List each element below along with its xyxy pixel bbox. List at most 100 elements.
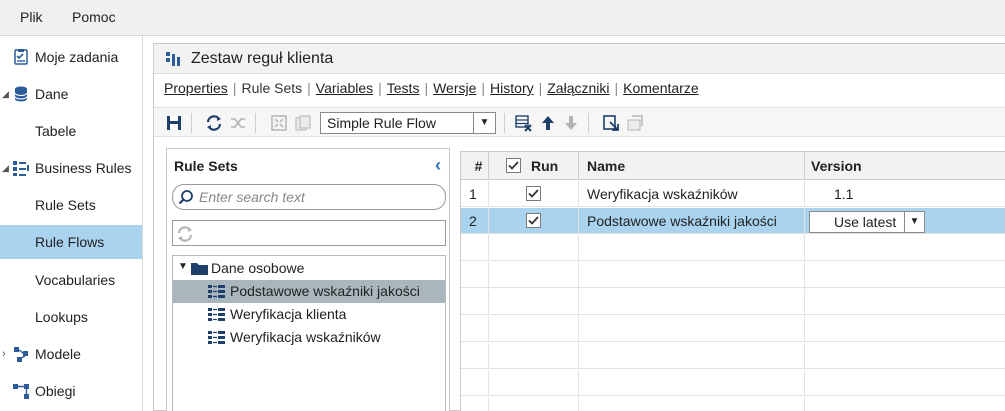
sidebar-item-tables[interactable]: Tabele [0,114,142,148]
tree-expanded-icon[interactable]: ▼ [178,261,188,272]
tab-separator: | [307,80,311,96]
chevron-down-icon[interactable]: ▼ [473,113,495,133]
search-box [172,184,446,210]
version-cell: Use latest ▼ [805,208,1005,234]
version-select-value: Use latest [834,214,897,230]
title-bar: Zestaw reguł klienta [154,44,1005,74]
sidebar-item-workflows[interactable]: Obiegi [0,374,142,408]
sidebar-item-my-tasks[interactable]: Moje zadania [0,40,142,74]
shuffle-icon[interactable] [229,114,247,132]
table-row[interactable]: 2 Podstawowe wskaźniki jakości Use lates… [461,208,1005,234]
tab-bar: Properties | Rule Sets | Variables | Tests | Wer… [164,80,699,100]
flow-type-value: Simple Rule Flow [327,115,436,131]
sidebar-item-label: Vocabularies [35,272,116,288]
table-row-empty [461,235,1005,261]
tab-properties[interactable]: Properties [164,80,228,96]
tree-item-label: Weryfikacja klienta [230,306,347,322]
row-number: 1 [461,181,489,207]
tab-separator: | [424,80,429,96]
tree-item-label: Weryfikacja wskaźników [230,329,381,345]
column-header-version[interactable]: Version [805,152,1005,180]
expand-arrow-icon[interactable]: ◢ [2,163,9,174]
tab-comments[interactable]: Komentarze [623,80,698,96]
sidebar-item-label: Business Rules [35,160,132,176]
arrow-down-icon[interactable] [562,114,580,132]
rule-set-name: Weryfikacja wskaźników [579,181,805,207]
collapsed-arrow-icon[interactable]: › [2,348,6,360]
tab-tests[interactable]: Tests [387,80,420,96]
toolbar-separator [191,113,192,133]
menu-help[interactable]: Pomoc [72,9,116,25]
row-number: 2 [461,208,489,234]
run-checkbox[interactable] [526,213,541,228]
sidebar-item-rule-sets[interactable]: Rule Sets [0,188,142,222]
tree-item-weryfikacja-wskaznikow[interactable]: Weryfikacja wskaźników [173,326,445,349]
toolbar-separator [255,113,256,133]
tab-history[interactable]: History [490,80,534,96]
workflow-icon [13,384,29,399]
tab-rule-sets[interactable]: Rule Sets [241,80,302,96]
tree-item-label: Podstawowe wskaźniki jakości [230,283,420,299]
clear-table-icon[interactable] [515,114,533,132]
search-input[interactable] [199,188,439,206]
search-icon [178,190,193,205]
version-select[interactable]: Use latest ▼ [809,211,925,233]
sidebar-item-label: Obiegi [35,383,76,399]
tab-variables[interactable]: Variables [316,80,373,96]
refresh-icon[interactable] [205,114,223,132]
select-all-checkbox[interactable] [506,158,521,173]
flow-type-select[interactable]: Simple Rule Flow ▼ [320,112,496,134]
page-title: Zestaw reguł klienta [191,50,334,67]
table-row-empty [461,343,1005,369]
collapse-panel-icon[interactable]: ‹ [435,155,441,176]
table-row-empty [461,316,1005,342]
tree-folder-row[interactable]: ▼ Dane osobowe [173,257,445,280]
open-rule-set-icon[interactable] [602,114,620,132]
tab-separator: | [538,80,543,96]
toolbar-separator [588,113,589,133]
sidebar-item-data[interactable]: ◢ Dane [0,77,142,111]
table-row-empty [461,397,1005,411]
save-icon[interactable] [165,114,183,132]
rule-sets-grid: # Run Name Version 1 Weryfikacja wskaźni… [460,151,1005,411]
grid-header: # Run Name Version [461,152,1005,180]
column-header-name[interactable]: Name [579,152,805,180]
rule-set-version: 1.1 [834,186,854,202]
column-header-run[interactable]: Run [489,152,579,180]
run-checkbox[interactable] [526,186,541,201]
menu-file[interactable]: Plik [20,9,43,25]
expand-arrow-icon[interactable]: ◢ [2,89,9,100]
tree-item-weryfikacja-klienta[interactable]: Weryfikacja klienta [173,303,445,326]
models-icon [14,347,28,362]
expand-all-icon[interactable] [270,114,288,132]
rule-set-icon [208,331,225,344]
chevron-down-icon[interactable]: ▼ [904,212,924,232]
table-row-empty [461,289,1005,315]
sidebar-item-vocabularies[interactable]: Vocabularies [0,263,142,297]
toolbar-separator [504,113,505,133]
toolbar: Simple Rule Flow ▼ [154,107,1005,137]
rule-sets-tree: ▼ Dane osobowe Podstawowe wskaźniki jako… [172,255,446,411]
sidebar-item-label: Rule Flows [35,234,105,250]
column-header-num[interactable]: # [461,152,489,180]
database-icon [14,86,28,102]
tab-attachments[interactable]: Załączniki [547,80,609,96]
copy-icon[interactable] [294,114,312,132]
table-row[interactable]: 1 Weryfikacja wskaźników 1.1 [461,181,1005,207]
column-header-run-label: Run [531,158,559,174]
tab-separator: | [481,80,486,96]
tab-versions[interactable]: Wersje [433,80,476,96]
arrow-up-icon[interactable] [539,114,557,132]
sidebar-item-rule-flows[interactable]: Rule Flows [0,225,142,259]
business-rules-icon [13,161,29,176]
sidebar-item-lookups[interactable]: Lookups [0,300,142,334]
menubar: Plik Pomoc [0,0,1005,36]
sidebar-item-business-rules[interactable]: ◢ Business Rules [0,151,142,185]
sidebar-item-models[interactable]: › Modele [0,337,142,371]
folder-icon [191,263,208,275]
table-row-empty [461,370,1005,396]
rename-icon[interactable] [626,114,644,132]
tree-item-podstawowe[interactable]: Podstawowe wskaźniki jakości [173,280,445,303]
tab-separator: | [232,80,237,96]
refresh-icon[interactable] [176,225,194,243]
